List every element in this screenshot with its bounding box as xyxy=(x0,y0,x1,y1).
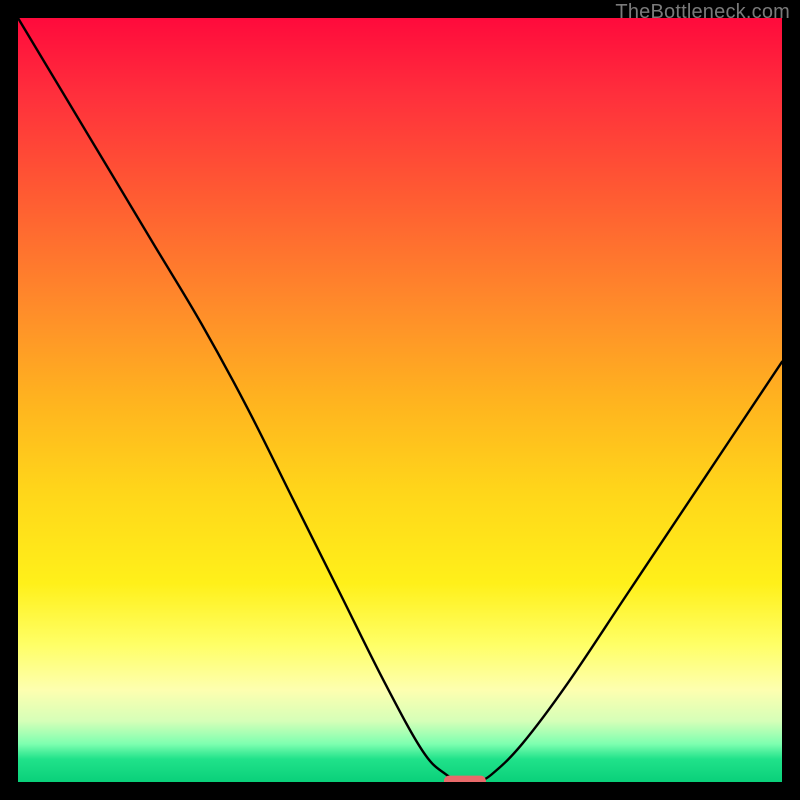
min-marker xyxy=(444,776,486,782)
bottleneck-curve xyxy=(18,18,782,782)
watermark-text: TheBottleneck.com xyxy=(615,1,790,24)
bottleneck-curve-svg xyxy=(18,18,782,782)
plot-area xyxy=(18,18,782,782)
chart-frame: TheBottleneck.com xyxy=(0,0,800,800)
